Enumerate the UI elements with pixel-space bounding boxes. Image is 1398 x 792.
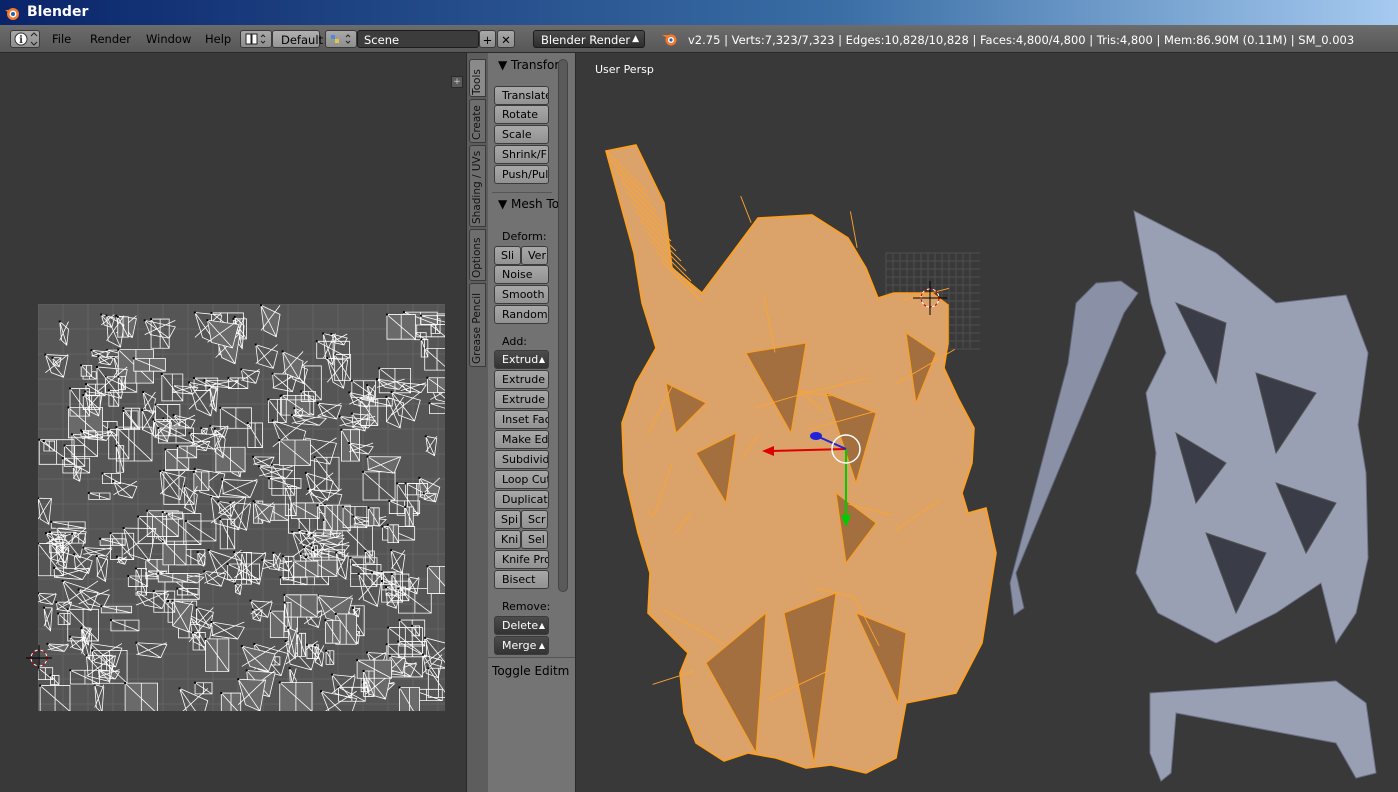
reference-object-unselected[interactable] (1009, 210, 1377, 782)
spin-button[interactable]: Spi (494, 510, 521, 529)
make-edge-face-button[interactable]: Make Ed (494, 430, 549, 449)
remove-label: Remove: (502, 600, 551, 613)
scene-name-field[interactable]: Scene (357, 30, 479, 48)
window-title: Blender (27, 4, 89, 20)
tool-shelf-scrollbar[interactable] (558, 59, 568, 592)
menu-window[interactable]: Window (146, 30, 191, 48)
menu-render[interactable]: Render (90, 30, 131, 48)
add-label: Add: (502, 335, 528, 348)
randomize-button[interactable]: Randomi (494, 305, 549, 324)
inset-faces-button[interactable]: Inset Fac (494, 410, 549, 429)
blender-logo-icon (5, 8, 19, 20)
scene-icon (331, 34, 351, 44)
scale-button[interactable]: Scale (494, 125, 549, 144)
translate-button[interactable]: Translate (494, 86, 549, 105)
delete-scene-button[interactable]: ✕ (497, 30, 515, 48)
editor-type-button[interactable]: i (10, 30, 40, 48)
info-header: i File Render Window Help Default Scene … (0, 25, 1398, 53)
add-scene-button[interactable]: + (479, 30, 496, 48)
menu-help[interactable]: Help (205, 30, 231, 48)
loop-cut-button[interactable]: Loop Cut (494, 470, 549, 489)
dropdown-arrows-icon: ▲ (538, 355, 545, 364)
3d-viewport[interactable]: User Persp (576, 53, 1398, 792)
push-pull-button[interactable]: Push/Pull (494, 165, 549, 184)
scene-statistics: v2.75 | Verts:7,323/7,323 | Edges:10,828… (688, 33, 1355, 47)
tab-grease-pencil[interactable]: Grease Pencil (469, 283, 486, 367)
menu-file[interactable]: File (52, 30, 71, 48)
slide-vertex-button[interactable]: Ver (521, 246, 548, 265)
screen-layout-icon-button[interactable] (240, 30, 272, 48)
layout-grid-icon (245, 33, 266, 45)
dropdown-arrows-icon: ▲ (538, 621, 545, 630)
uv-islands (38, 304, 445, 711)
delete-dropdown[interactable]: Delete ▲ (494, 616, 549, 635)
viewport-scene (605, 144, 1377, 782)
shrink-fatten-button[interactable]: Shrink/F (494, 145, 549, 164)
close-icon: ✕ (501, 33, 511, 47)
extrude-dropdown[interactable]: Extrud ▲ (494, 350, 549, 369)
rotate-button[interactable]: Rotate (494, 105, 549, 124)
sidebar-toggle-plus-icon[interactable]: + (451, 76, 463, 88)
render-engine-dropdown[interactable]: Blender Render ▲ (533, 30, 645, 48)
plus-icon: + (482, 33, 493, 47)
blender-logo-icon (662, 34, 677, 46)
merge-dropdown[interactable]: Merge ▲ (494, 636, 549, 655)
tab-options[interactable]: Options (469, 229, 486, 281)
screw-button[interactable]: Scr (521, 510, 548, 529)
scene-icon-button[interactable] (325, 30, 357, 48)
panel-divider (492, 192, 552, 193)
slide-edge-button[interactable]: Sli (494, 246, 521, 265)
bisect-button[interactable]: Bisect (494, 570, 549, 589)
knife-select-button[interactable]: Sel (521, 530, 548, 549)
knife-button[interactable]: Kni (494, 530, 521, 549)
uv-layout-grid[interactable] (38, 304, 445, 711)
dropdown-arrows-icon: ▲ (632, 34, 639, 44)
deform-label: Deform: (502, 230, 547, 243)
info-icon: i (14, 32, 38, 46)
2d-cursor-icon[interactable] (26, 645, 54, 673)
extrude-button[interactable]: Extrude (494, 370, 549, 389)
screen-layout-field[interactable]: Default (272, 30, 323, 48)
tab-create[interactable]: Create (469, 99, 486, 143)
render-engine-label: Blender Render (541, 33, 631, 47)
tab-tools[interactable]: Tools (469, 59, 486, 97)
tool-shelf-tabs: Tools Create Shading / UVs Options Greas… (466, 53, 488, 792)
noise-button[interactable]: Noise (494, 265, 549, 284)
uv-image-editor[interactable]: + (0, 53, 466, 792)
subdivide-button[interactable]: Subdivid (494, 450, 549, 469)
smooth-button[interactable]: Smooth (494, 285, 549, 304)
duplicate-button[interactable]: Duplicat (494, 490, 549, 509)
extrude-individual-button[interactable]: Extrude I (494, 390, 549, 409)
tool-shelf: ▼ Transfor Translate Rotate Scale Shrink… (488, 53, 576, 792)
tab-shading-uvs[interactable]: Shading / UVs (469, 145, 486, 227)
window-title-bar: Blender (0, 0, 1398, 25)
svg-text:i: i (19, 35, 23, 46)
dropdown-arrows-icon: ▲ (538, 641, 545, 650)
selected-mesh[interactable] (605, 144, 997, 774)
toggle-editmode-panel-header[interactable]: ▼ Toggle Editmo (488, 661, 569, 681)
knife-project-button[interactable]: Knife Pro (494, 550, 549, 569)
